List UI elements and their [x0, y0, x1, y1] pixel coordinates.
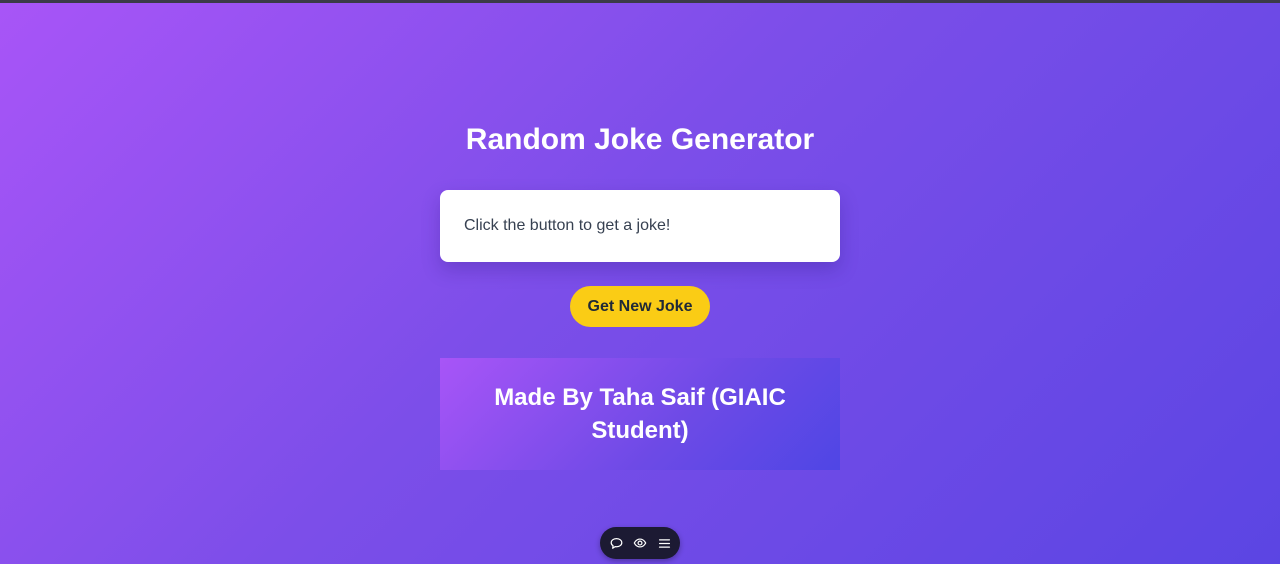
comment-icon[interactable] [608, 535, 624, 551]
eye-icon[interactable] [632, 535, 648, 551]
credit-text: Made By Taha Saif (GIAIC Student) [494, 384, 786, 444]
joke-text: Click the button to get a joke! [464, 217, 671, 234]
credit-box: Made By Taha Saif (GIAIC Student) [440, 358, 840, 470]
menu-icon[interactable] [656, 535, 672, 551]
joke-card: Click the button to get a joke! [440, 190, 840, 262]
get-new-joke-button[interactable]: Get New Joke [570, 286, 710, 327]
floating-toolbar [600, 527, 680, 559]
browser-top-strip [0, 0, 1280, 3]
page-title: Random Joke Generator [465, 123, 815, 156]
